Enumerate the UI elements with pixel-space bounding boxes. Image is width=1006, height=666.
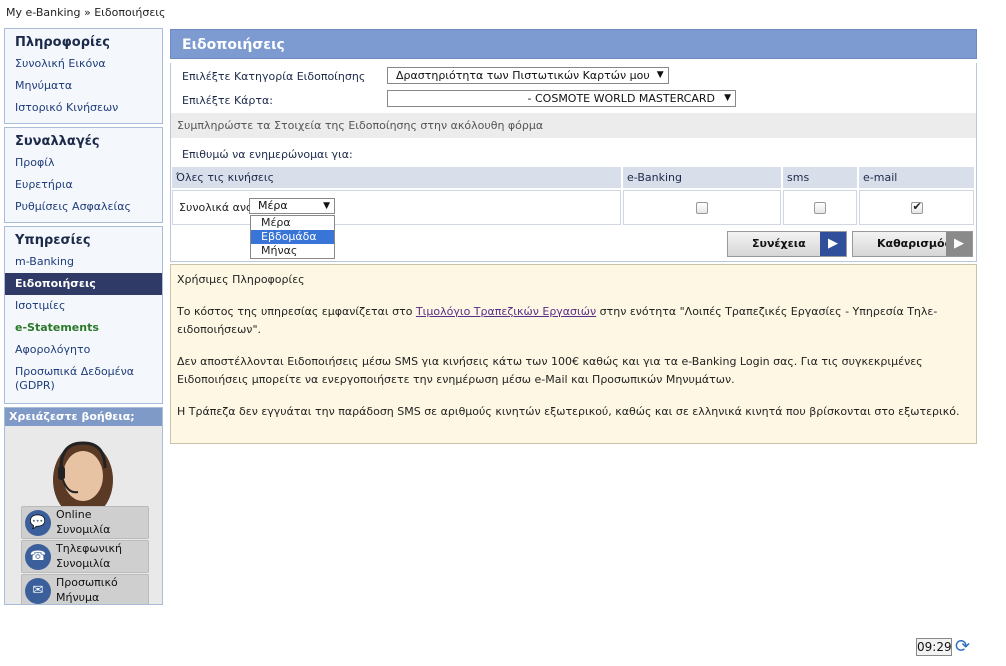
online-chat-button[interactable]: 💬 Online Συνομιλία bbox=[21, 506, 149, 539]
main-panel: Ειδοποιήσεις Επιλέξτε Κατηγορία Ειδοποίη… bbox=[170, 29, 977, 444]
breadcrumb[interactable]: My e-Banking » Ειδοποιήσεις bbox=[6, 6, 165, 19]
form-instructions: Συμπληρώστε τα Στοιχεία της Ειδοποίησης … bbox=[171, 113, 976, 138]
sidebar-group-services: Υπηρεσίες m-Banking Ειδοποιήσεις Ισοτιμί… bbox=[4, 226, 163, 404]
clear-label: Καθαρισμός bbox=[877, 237, 952, 250]
sidebar-item-mbanking[interactable]: m-Banking bbox=[5, 251, 162, 273]
info-paragraph: Το κόστος της υπηρεσίας εμφανίζεται στο … bbox=[177, 303, 970, 339]
info-title: Χρήσιμες Πληροφορίες bbox=[177, 273, 305, 286]
help-box: Χρειάζεστε βοήθεια; 💬 Online Συνομιλία ☎… bbox=[4, 407, 163, 605]
sidebar-group-title: Υπηρεσίες bbox=[15, 233, 91, 248]
sidebar-item-overview[interactable]: Συνολική Εικόνα bbox=[5, 53, 162, 75]
notify-label: Επιθυμώ να ενημερώνομαι για: bbox=[182, 148, 353, 161]
period-dropdown-list: Μέρα Εβδομάδα Μήνας bbox=[250, 215, 335, 259]
sidebar-item-messages[interactable]: Μηνύματα bbox=[5, 75, 162, 97]
online-chat-label: Online Συνομιλία bbox=[56, 508, 111, 536]
sidebar-group-transactions: Συναλλαγές Προφίλ Ευρετήρια Ρυθμίσεις Ασ… bbox=[4, 127, 163, 223]
period-select[interactable]: Μέρα ▼ bbox=[249, 198, 335, 214]
sidebar-group-title: Πληροφορίες bbox=[15, 35, 111, 50]
card-select[interactable]: - COSMOTE WORLD MASTERCARD ▼ bbox=[387, 90, 736, 107]
sidebar-item-history[interactable]: Ιστορικό Κινήσεων bbox=[5, 97, 162, 119]
sms-cell bbox=[783, 190, 857, 225]
category-select[interactable]: Δραστηριότητα των Πιστωτικών Καρτών μου … bbox=[387, 67, 669, 84]
pricing-link[interactable]: Τιμολόγιο Τραπεζικών Εργασιών bbox=[416, 305, 596, 318]
sidebar-item-gdpr[interactable]: Προσωπικά Δεδομένα (GDPR) bbox=[5, 361, 162, 397]
help-title: Χρειάζεστε βοήθεια; bbox=[5, 408, 162, 426]
phone-chat-button[interactable]: ☎ Τηλεφωνική Συνομιλία bbox=[21, 540, 149, 573]
card-row: Επιλέξτε Κάρτα: - COSMOTE WORLD MASTERCA… bbox=[171, 87, 976, 111]
phone-icon: ☎ bbox=[25, 544, 51, 570]
period-select-value: Μέρα bbox=[258, 199, 288, 212]
period-option[interactable]: Μέρα bbox=[251, 216, 334, 230]
table-row: Συνολικά ανά Μέρα ▼ Μέρα Εβδομάδα Μήνας bbox=[172, 190, 974, 259]
category-label: Επιλέξτε Κατηγορία Ειδοποίησης bbox=[182, 70, 366, 83]
sidebar-item-tax-free[interactable]: Αφορολόγητο bbox=[5, 339, 162, 361]
page-title: Ειδοποιήσεις bbox=[170, 29, 977, 59]
dropdown-arrow-icon: ▼ bbox=[656, 70, 664, 80]
sidebar-group-title: Συναλλαγές bbox=[15, 134, 100, 149]
continue-button[interactable]: Συνέχεια ▶ bbox=[727, 231, 847, 257]
continue-label: Συνέχεια bbox=[752, 237, 806, 250]
card-select-value: - COSMOTE WORLD MASTERCARD bbox=[527, 92, 715, 105]
sidebar-item-exchange-rates[interactable]: Ισοτιμίες bbox=[5, 295, 162, 317]
sms-checkbox[interactable] bbox=[814, 202, 826, 214]
notification-table: Όλες τις κινήσεις e-Banking sms e-mail Σ… bbox=[170, 165, 976, 259]
ebanking-cell bbox=[623, 190, 781, 225]
sidebar-item-estatements[interactable]: e-Statements bbox=[5, 317, 162, 339]
panel-body: Επιλέξτε Κατηγορία Ειδοποίησης Δραστηριό… bbox=[170, 63, 977, 262]
info-box: Χρήσιμες Πληροφορίες Το κόστος της υπηρε… bbox=[170, 264, 977, 444]
sidebar-item-notifications[interactable]: Ειδοποιήσεις bbox=[5, 273, 162, 295]
sidebar-group-info: Πληροφορίες Συνολική Εικόνα Μηνύματα Ιστ… bbox=[4, 28, 163, 124]
column-header: e-Banking bbox=[623, 167, 781, 188]
chat-icon: 💬 bbox=[25, 510, 51, 536]
dropdown-arrow-icon: ▼ bbox=[724, 93, 731, 103]
arrow-right-icon: ▶ bbox=[820, 232, 846, 256]
personal-message-button[interactable]: ✉ Προσωπικό Μήνυμα bbox=[21, 574, 149, 604]
clear-button[interactable]: Καθαρισμός ▶ bbox=[852, 231, 973, 257]
column-header: sms bbox=[783, 167, 857, 188]
category-select-value: Δραστηριότητα των Πιστωτικών Καρτών μου bbox=[396, 69, 650, 82]
session-timer: 09:29 bbox=[916, 638, 952, 656]
period-option[interactable]: Εβδομάδα bbox=[251, 230, 334, 244]
category-row: Επιλέξτε Κατηγορία Ειδοποίησης Δραστηριό… bbox=[171, 63, 976, 87]
email-checkbox[interactable] bbox=[910, 200, 923, 214]
phone-chat-label: Τηλεφωνική Συνομιλία bbox=[56, 542, 122, 570]
ebanking-checkbox[interactable] bbox=[696, 202, 708, 214]
card-label: Επιλέξτε Κάρτα: bbox=[182, 94, 273, 107]
arrow-right-icon: ▶ bbox=[946, 232, 972, 256]
sidebar-item-security[interactable]: Ρυθμίσεις Ασφαλείας bbox=[5, 196, 162, 218]
info-paragraph: Η Τράπεζα δεν εγγυάται την παράδοση SMS … bbox=[177, 405, 960, 418]
column-header: Όλες τις κινήσεις bbox=[172, 167, 621, 188]
sidebar: Πληροφορίες Συνολική Εικόνα Μηνύματα Ιστ… bbox=[4, 28, 163, 605]
info-paragraph: Δεν αποστέλλονται Ειδοποιήσεις μέσω SMS … bbox=[177, 355, 923, 386]
personal-message-label: Προσωπικό Μήνυμα bbox=[56, 576, 118, 604]
period-option[interactable]: Μήνας bbox=[251, 244, 334, 258]
dropdown-arrow-icon: ▼ bbox=[323, 201, 330, 211]
info-text: Το κόστος της υπηρεσίας εμφανίζεται στο bbox=[177, 305, 416, 318]
period-cell: Συνολικά ανά Μέρα ▼ Μέρα Εβδομάδα Μήνας bbox=[172, 190, 621, 259]
email-cell bbox=[859, 190, 974, 225]
row-label: Συνολικά ανά bbox=[179, 201, 254, 214]
envelope-icon: ✉ bbox=[25, 578, 51, 604]
sidebar-item-index[interactable]: Ευρετήρια bbox=[5, 174, 162, 196]
refresh-icon[interactable]: ⟳ bbox=[955, 636, 970, 657]
sidebar-item-profile[interactable]: Προφίλ bbox=[5, 152, 162, 174]
column-header: e-mail bbox=[859, 167, 974, 188]
